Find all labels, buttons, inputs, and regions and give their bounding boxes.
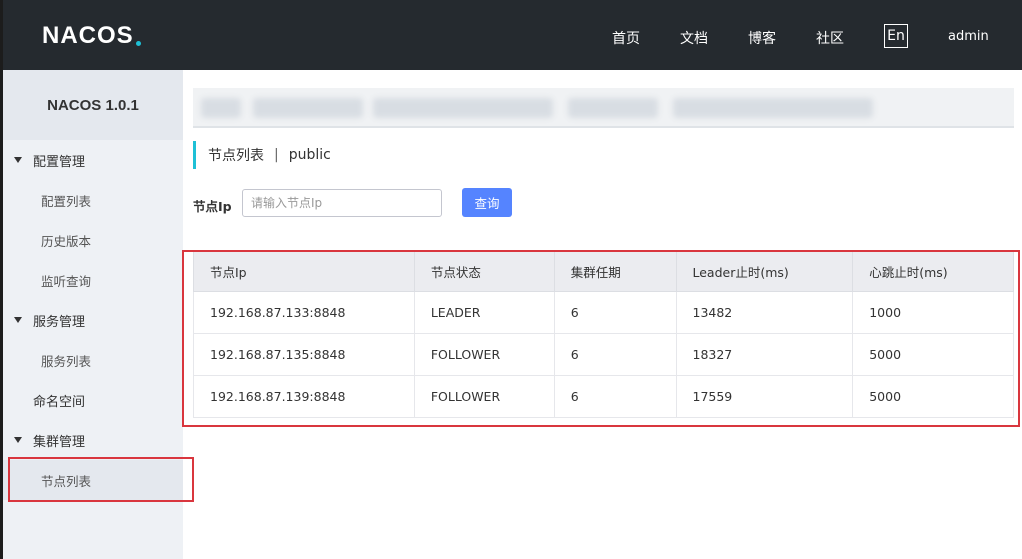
language-switch-button[interactable]: En <box>884 24 908 48</box>
sidebar-item-listener-query[interactable]: 监听查询 <box>3 260 183 300</box>
sidebar-group-cluster[interactable]: 集群管理 <box>3 420 183 460</box>
nacos-logo[interactable]: NACOS <box>42 22 141 50</box>
sidebar-item-service-list[interactable]: 服务列表 <box>3 340 183 380</box>
caret-down-icon <box>14 437 22 443</box>
node-ip-input[interactable] <box>242 189 442 217</box>
highlight-box-sidebar <box>8 457 194 502</box>
nav-community[interactable]: 社区 <box>816 28 844 48</box>
nav-home[interactable]: 首页 <box>612 28 640 48</box>
title-separator: | <box>274 147 279 163</box>
sidebar-item-config-list[interactable]: 配置列表 <box>3 180 183 220</box>
namespace-label: public <box>288 147 331 163</box>
node-ip-label: 节点Ip <box>193 199 232 214</box>
logo-dot-icon <box>135 40 141 46</box>
top-navbar: NACOS 首页 文档 博客 社区 En admin <box>0 0 1022 70</box>
sidebar-group-config[interactable]: 配置管理 <box>3 140 183 180</box>
page-title: 节点列表 | public <box>193 141 331 169</box>
caret-down-icon <box>14 317 22 323</box>
sidebar-group-label: 服务管理 <box>33 314 86 330</box>
window-left-edge <box>0 0 3 559</box>
sidebar-group-service[interactable]: 服务管理 <box>3 300 183 340</box>
redacted-bar <box>193 88 1014 128</box>
highlight-box-table <box>182 250 1020 427</box>
sidebar-item-namespace[interactable]: 命名空间 <box>3 380 183 420</box>
nav-blog[interactable]: 博客 <box>748 28 776 48</box>
sidebar-title: NACOS 1.0.1 <box>3 70 183 140</box>
sidebar-group-label: 集群管理 <box>33 434 86 450</box>
query-button[interactable]: 查询 <box>462 188 512 217</box>
user-menu[interactable]: admin <box>948 29 989 44</box>
nav-docs[interactable]: 文档 <box>680 28 708 48</box>
page-title-text: 节点列表 <box>208 148 264 164</box>
sidebar-item-history[interactable]: 历史版本 <box>3 220 183 260</box>
sidebar-group-label: 配置管理 <box>33 154 86 170</box>
logo-text: NACOS <box>42 22 134 49</box>
caret-down-icon <box>14 157 22 163</box>
